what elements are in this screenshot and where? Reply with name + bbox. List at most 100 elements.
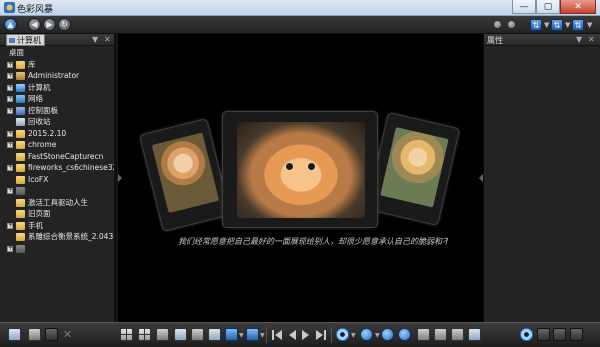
panel-close-button[interactable]: ✕: [588, 35, 595, 44]
delete-icon[interactable]: ✕: [61, 328, 74, 341]
options-gear-icon[interactable]: [520, 328, 533, 341]
tree-item[interactable]: +2015.2.10: [0, 128, 116, 140]
close-button[interactable]: ✕: [560, 0, 596, 14]
toggle-right-panel-icon[interactable]: [553, 328, 566, 341]
next-image-button[interactable]: [302, 330, 309, 340]
tree-item[interactable]: + 网络: [0, 93, 116, 105]
expand-toggle-icon[interactable]: +: [7, 96, 13, 102]
toggle-left-panel-icon[interactable]: [537, 328, 550, 341]
previous-image-button[interactable]: [289, 330, 296, 340]
fit-window-icon[interactable]: [174, 328, 187, 341]
thumbnail-next[interactable]: [365, 111, 461, 227]
handwritten-caption: 我们经常愿意把自己最好的一面展现给别人，却很少愿意承认自己的脆弱和不足: [178, 237, 448, 246]
tree-item-label: 旧页面: [28, 209, 51, 218]
folder-icon: [16, 210, 25, 218]
tree-item[interactable]: 激活工具驱动人生: [0, 197, 116, 209]
chevron-down-icon[interactable]: ▼: [375, 332, 380, 339]
zoom-icon[interactable]: [360, 328, 373, 341]
expand-toggle-icon[interactable]: +: [7, 84, 13, 91]
chevron-down-icon[interactable]: ▼: [351, 332, 356, 339]
maximize-button[interactable]: ▢: [536, 0, 560, 14]
tree-item[interactable]: + 计算机: [0, 82, 116, 94]
actual-size-icon[interactable]: [417, 328, 430, 341]
view-mode-button-1[interactable]: ⇅: [530, 19, 542, 31]
settings-gear-icon[interactable]: [336, 328, 349, 341]
left-splitter-arrow-icon[interactable]: [118, 174, 122, 182]
expand-toggle-icon[interactable]: +: [7, 73, 13, 79]
thumbnail-grid-icon[interactable]: [120, 328, 133, 341]
refresh-button[interactable]: ↻: [58, 18, 71, 31]
tree-item[interactable]: 旧页面: [0, 208, 116, 220]
tree-item[interactable]: 桌面: [0, 47, 116, 59]
view-mode-button-2[interactable]: ⇅: [551, 19, 563, 31]
expand-toggle-icon[interactable]: +: [7, 188, 13, 194]
back-button[interactable]: ◀: [28, 18, 41, 31]
flip-icon[interactable]: [451, 328, 464, 341]
title-bar: 色彩风暴 — ▢ ✕: [0, 0, 600, 16]
thumbnail-previous[interactable]: [138, 118, 232, 232]
export-icon[interactable]: [246, 328, 259, 341]
toolbar-divider: [331, 327, 332, 343]
edit-icon[interactable]: [225, 328, 238, 341]
tree-item[interactable]: 系雕综合衡景系统_2.043: [0, 231, 116, 243]
expand-toggle-icon[interactable]: +: [7, 130, 13, 137]
tree-item[interactable]: + 手机: [0, 220, 116, 232]
chevron-down-icon[interactable]: ▼: [576, 35, 582, 44]
image-viewer[interactable]: 我们经常愿意把自己最好的一面展现给别人，却很少愿意承认自己的脆弱和不足: [118, 34, 483, 322]
tree-item[interactable]: +: [0, 243, 116, 255]
image-info-icon[interactable]: [208, 328, 221, 341]
expand-toggle-icon[interactable]: +: [7, 142, 13, 148]
fullscreen-icon[interactable]: [191, 328, 204, 341]
chevron-down-icon[interactable]: ▼: [587, 21, 592, 29]
panel-close-button[interactable]: ✕: [104, 35, 111, 44]
tree-item-label: 网络: [28, 94, 43, 103]
view-mode-button-3[interactable]: ⇅: [572, 19, 584, 31]
slide-view-icon[interactable]: [156, 328, 169, 341]
chevron-down-icon[interactable]: ▼: [260, 332, 265, 339]
tree-item-label: chrome: [28, 140, 57, 149]
rotate-icon[interactable]: [434, 328, 447, 341]
save-icon[interactable]: [28, 328, 41, 341]
tree-item[interactable]: +: [0, 185, 116, 197]
list-view-icon[interactable]: [138, 328, 151, 341]
first-image-button[interactable]: [275, 330, 282, 340]
chevron-down-icon[interactable]: ▼: [565, 21, 570, 29]
forward-button[interactable]: ▶: [43, 18, 56, 31]
chevron-down-icon[interactable]: ▼: [239, 332, 244, 339]
tree-item[interactable]: FastStoneCapturecn: [0, 151, 116, 163]
option-dot-2[interactable]: [508, 21, 515, 28]
top-toolbar: ▲ ◀ ▶ ↻ ⇅ ▼ ⇅ ▼ ⇅ ▼: [0, 16, 600, 34]
tree-item[interactable]: + chrome: [0, 139, 116, 151]
tree-item[interactable]: + 库: [0, 59, 116, 71]
slideshow-icon[interactable]: [468, 328, 481, 341]
zoom-in-icon[interactable]: [398, 328, 411, 341]
minimize-button[interactable]: —: [512, 0, 536, 14]
open-file-icon[interactable]: [8, 328, 21, 341]
tab-computer[interactable]: 计算机: [6, 34, 45, 46]
exit-icon[interactable]: [570, 328, 583, 341]
zoom-out-icon[interactable]: [381, 328, 394, 341]
folder-tree-scrollbar[interactable]: [114, 34, 117, 322]
properties-title: 属性: [487, 36, 503, 45]
tree-item-label: IcoFX: [28, 174, 49, 184]
tree-item[interactable]: 回收站: [0, 116, 116, 128]
print-icon[interactable]: [45, 328, 58, 341]
home-button[interactable]: ▲: [4, 18, 17, 31]
expand-toggle-icon[interactable]: +: [7, 222, 13, 229]
expand-toggle-icon[interactable]: +: [7, 245, 13, 252]
tree-item[interactable]: IcoFX: [0, 174, 116, 186]
chevron-down-icon[interactable]: ▼: [544, 21, 549, 29]
chevron-down-icon[interactable]: ▼: [92, 35, 98, 44]
tree-item[interactable]: + 控制面板: [0, 105, 116, 117]
toolbar-divider: [266, 327, 267, 343]
thumbnail-current[interactable]: [222, 111, 378, 228]
kitten-eye-right: [307, 162, 316, 171]
expand-toggle-icon[interactable]: +: [7, 165, 13, 171]
expand-toggle-icon[interactable]: +: [7, 61, 13, 68]
tree-item[interactable]: + fireworks_cs6chinese32-64: [0, 162, 116, 174]
last-image-button[interactable]: [316, 330, 323, 340]
tree-item[interactable]: + Administrator: [0, 70, 116, 82]
back-arrow-icon: ◀: [31, 20, 38, 29]
expand-toggle-icon[interactable]: +: [7, 107, 13, 114]
option-dot-1[interactable]: [494, 21, 501, 28]
